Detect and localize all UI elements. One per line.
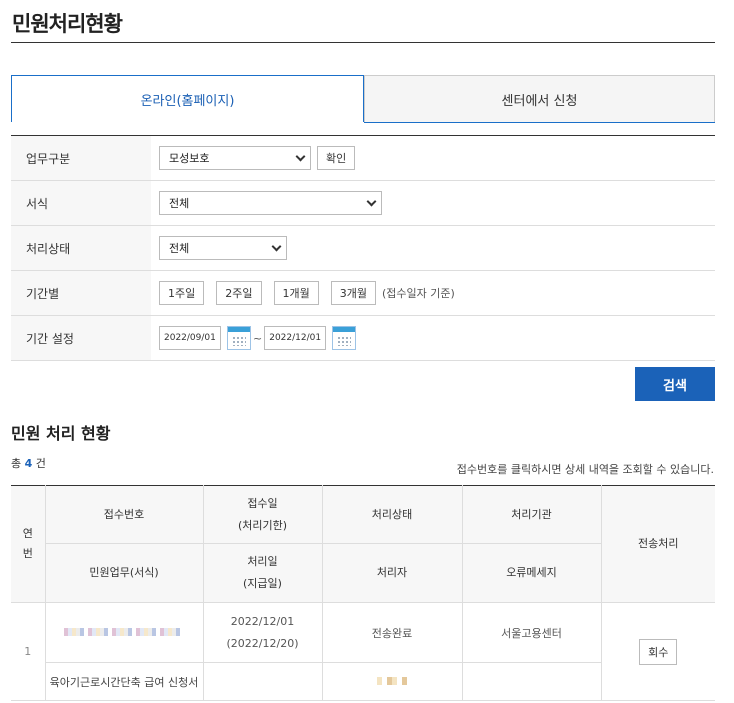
search-form: 업무구분 모성보호 확인 서식 전체 처리상태 전체 기간별 1주일 2주일 1… [11,135,715,361]
header-agency: 처리기관 [461,485,602,544]
header-processed-date: 처리일 (지급일) [202,543,323,603]
tab-active-gap [11,122,364,123]
header-status: 처리상태 [321,485,463,544]
withdraw-button[interactable]: 회수 [639,638,678,665]
form-type-label: 서식 [11,181,151,225]
header-transfer: 전송처리 [600,485,715,603]
chevron-down-icon [295,151,306,161]
calendar-icon[interactable] [332,326,357,350]
period-2week-button[interactable]: 2주일 [216,281,262,305]
header-handler: 처리자 [321,543,463,603]
tab-center[interactable]: 센터에서 신청 [364,75,715,123]
tab-online-label: 온라인(홈페이지) [140,94,235,109]
redacted-receipt-number [64,628,184,636]
total-prefix: 총 [11,457,22,470]
service-name: 육아기근로시간단축 급여 신청서 [45,662,204,701]
period-1month-button[interactable]: 1개월 [273,281,319,305]
page-title: 민원처리현황 [12,12,123,36]
total-suffix: 건 [35,457,46,470]
form-row-form-type: 서식 전체 [11,181,715,226]
header-no: 연 번 [11,485,46,603]
header-service: 민원업무(서식) [45,543,204,603]
status-value-cell: 전송완료 [321,602,463,663]
business-type-label: 업무구분 [11,136,151,180]
table-row: 1 2022/12/01 (2022/12/20) 전송완료 서울고용센터 회수 [11,602,715,701]
results-title: 민원 처리 현황 [11,424,111,443]
error-cell [461,662,601,701]
form-type-value: 전체 [169,197,190,210]
period-hint: (접수일자 기준) [382,287,455,300]
period-label: 기간별 [11,271,151,315]
receipt-date: 2022/12/01 [230,614,295,628]
receipt-number-link[interactable] [44,602,204,663]
period-1week-button[interactable]: 1주일 [159,281,205,305]
date-to-input[interactable]: 2022/12/01 [264,326,327,350]
business-type-value: 모성보호 [169,152,210,165]
form-row-period: 기간별 1주일 2주일 1개월 3개월 (접수일자 기준) [11,271,715,316]
redacted-handler [377,677,407,685]
deadline-date: (2022/12/20) [226,636,299,650]
total-number: 4 [24,457,33,470]
tab-online[interactable]: 온라인(홈페이지) [11,75,364,123]
results-notice: 접수번호를 클릭하시면 상세 내역을 조회할 수 있습니다. [456,463,714,476]
period-3month-button[interactable]: 3개월 [330,281,376,305]
chevron-down-icon [271,241,282,251]
confirm-button[interactable]: 확인 [317,146,356,170]
business-type-select[interactable]: 모성보호 [159,146,311,170]
date-from-input[interactable]: 2022/09/01 [159,326,221,350]
status-select[interactable]: 전체 [159,236,287,260]
calendar-icon[interactable] [227,326,251,350]
form-row-status: 처리상태 전체 [11,226,715,271]
range-separator: ~ [253,331,263,345]
form-row-range: 기간 설정 2022/09/01 ~ 2022/12/01 [11,316,715,361]
processed-date-cell [202,662,323,701]
title-divider [11,42,715,43]
row-no: 1 [11,602,46,701]
results-table: 연 번 접수번호 접수일 (처리기한) 처리상태 처리기관 전송처리 민원업무(… [11,485,715,701]
range-label: 기간 설정 [11,316,151,360]
tab-center-label: 센터에서 신청 [501,93,578,109]
total-count: 총 4 건 [11,455,46,471]
chevron-down-icon [366,196,377,206]
status-label: 처리상태 [11,226,151,270]
form-type-select[interactable]: 전체 [159,191,382,215]
status-value: 전체 [169,242,190,255]
header-error: 오류메세지 [461,543,601,603]
header-receipt-no: 접수번호 [44,485,204,544]
header-receipt-date: 접수일 (처리기한) [202,485,323,544]
handler-cell [321,662,463,701]
form-row-business: 업무구분 모성보호 확인 [11,136,715,181]
search-button[interactable]: 검색 [635,367,715,401]
agency-value: 서울고용센터 [461,602,602,663]
tab-bar: 온라인(홈페이지) 센터에서 신청 [11,75,715,123]
